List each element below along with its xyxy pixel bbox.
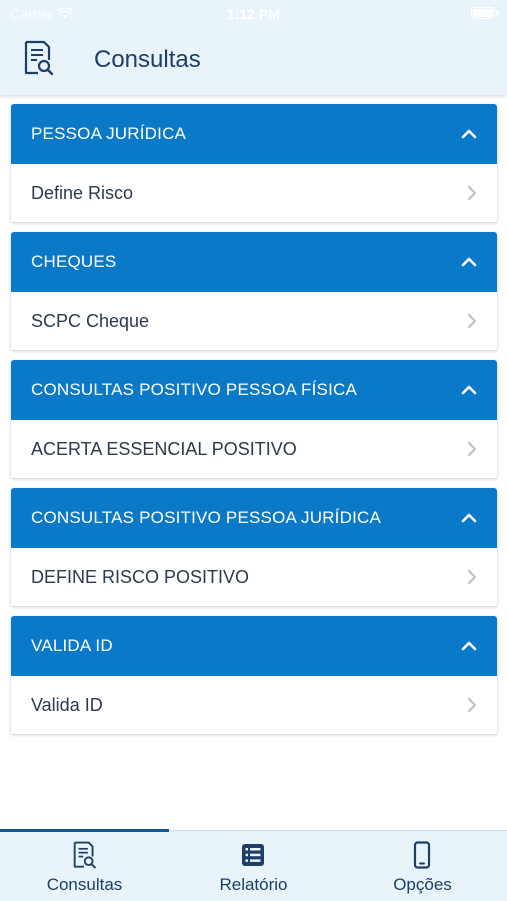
tab-bar: Consultas Relatório Opções — [0, 829, 507, 901]
section-header[interactable]: CONSULTAS POSITIVO PESSOA JURÍDICA — [11, 488, 497, 548]
status-bar: Carrier 1:12 PM — [0, 0, 507, 28]
section-valida-id: VALIDA ID Valida ID — [11, 616, 497, 734]
tab-label: Consultas — [46, 875, 123, 894]
status-time: 1:12 PM — [227, 6, 280, 22]
list-item-valida-id[interactable]: Valida ID — [11, 676, 497, 734]
list-item-acerta-essencial-positivo[interactable]: ACERTA ESSENCIAL POSITIVO — [11, 420, 497, 478]
top-bar: Carrier 1:12 PM Consultas — [0, 0, 507, 95]
section-title: PESSOA JURÍDICA — [31, 124, 187, 143]
nav-header: Consultas — [0, 30, 507, 90]
tab-opcoes[interactable]: Opções — [338, 831, 507, 901]
section-title: CONSULTAS POSITIVO PESSOA JURÍDICA — [31, 508, 382, 527]
chevron-right-icon — [468, 186, 476, 200]
tab-label: Relatório — [219, 875, 288, 894]
chevron-right-icon — [468, 442, 476, 456]
section-header[interactable]: PESSOA JURÍDICA — [11, 104, 497, 164]
chevron-up-icon — [461, 257, 477, 267]
section-title: CHEQUES — [31, 252, 117, 271]
battery-icon — [471, 7, 498, 19]
item-label: Define Risco — [31, 183, 134, 203]
chevron-up-icon — [461, 129, 477, 139]
list-item-define-risco-positivo[interactable]: DEFINE RISCO POSITIVO — [11, 548, 497, 606]
document-search-icon — [24, 40, 54, 76]
list-icon — [242, 844, 264, 866]
chevron-right-icon — [468, 698, 476, 712]
item-label: ACERTA ESSENCIAL POSITIVO — [31, 439, 297, 459]
section-title: VALIDA ID — [31, 636, 113, 655]
tab-consultas[interactable]: Consultas — [0, 831, 169, 901]
item-label: Valida ID — [31, 695, 103, 715]
section-consultas-positivo-pf: CONSULTAS POSITIVO PESSOA FÍSICA ACERTA … — [11, 360, 497, 478]
page-title: Consultas — [94, 46, 201, 73]
list-item-scpc-cheque[interactable]: SCPC Cheque — [11, 292, 497, 350]
chevron-right-icon — [468, 314, 476, 328]
tab-label: Opções — [393, 875, 452, 894]
section-title: CONSULTAS POSITIVO PESSOA FÍSICA — [31, 380, 358, 399]
list-item-define-risco[interactable]: Define Risco — [11, 164, 497, 222]
section-pessoa-juridica: PESSOA JURÍDICA Define Risco — [11, 104, 497, 222]
section-header[interactable]: CONSULTAS POSITIVO PESSOA FÍSICA — [11, 360, 497, 420]
phone-icon — [413, 841, 431, 869]
chevron-up-icon — [461, 513, 477, 523]
item-label: SCPC Cheque — [31, 311, 150, 331]
item-label: DEFINE RISCO POSITIVO — [31, 567, 250, 587]
chevron-up-icon — [461, 641, 477, 651]
document-search-icon — [73, 841, 96, 869]
section-header[interactable]: VALIDA ID — [11, 616, 497, 676]
tab-relatorio[interactable]: Relatório — [169, 831, 338, 901]
sections-list: PESSOA JURÍDICA Define Risco CHEQUES SCP… — [0, 95, 507, 830]
section-consultas-positivo-pj: CONSULTAS POSITIVO PESSOA JURÍDICA DEFIN… — [11, 488, 497, 606]
chevron-up-icon — [461, 385, 477, 395]
section-header[interactable]: CHEQUES — [11, 232, 497, 292]
section-cheques: CHEQUES SCPC Cheque — [11, 232, 497, 350]
chevron-right-icon — [468, 570, 476, 584]
